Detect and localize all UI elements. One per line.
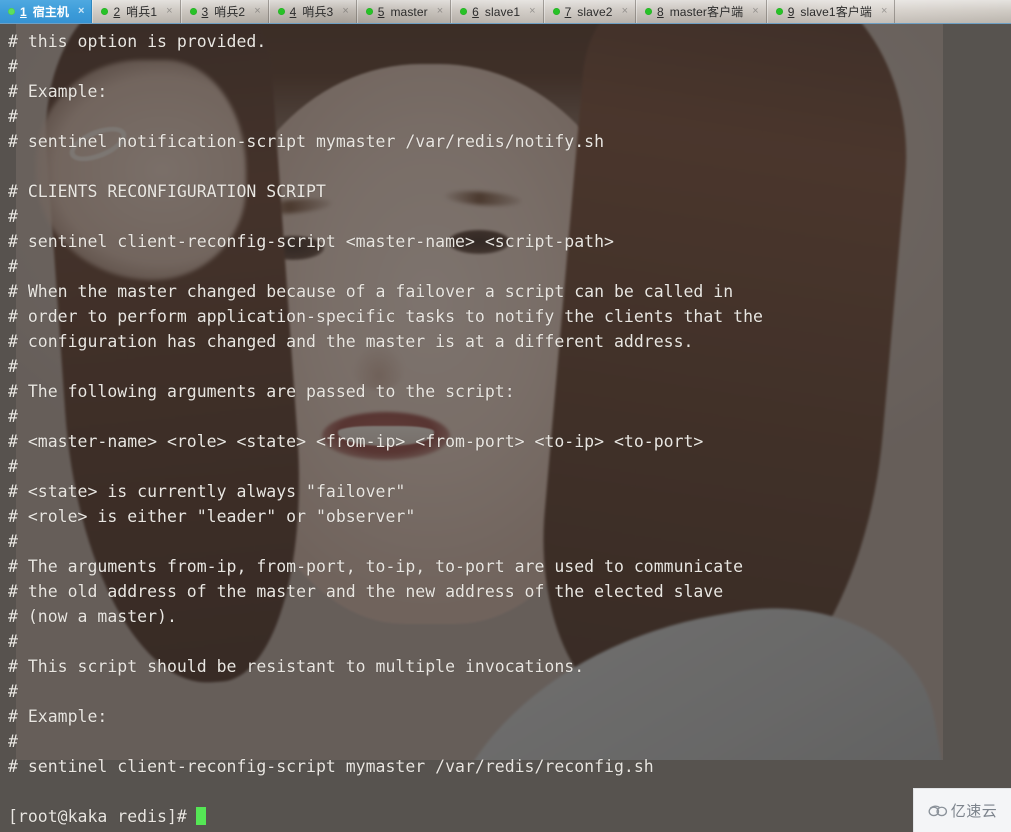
prompt-line: [root@kaka redis]# <box>8 804 1011 829</box>
terminal-line: # sentinel client-reconfig-script mymast… <box>8 757 654 776</box>
terminal-line: # <box>8 207 18 226</box>
tab-status-dot-icon <box>365 8 373 15</box>
terminal-line: # This script should be resistant to mul… <box>8 657 585 676</box>
terminal-line: # CLIENTS RECONFIGURATION SCRIPT <box>8 182 326 201</box>
close-icon[interactable]: × <box>752 6 758 17</box>
tab-number: 6 <box>472 4 479 19</box>
tab-label: master <box>390 4 428 19</box>
tab-label: slave1客户端 <box>800 5 872 19</box>
terminal-line: # (now a master). <box>8 607 177 626</box>
terminal-line: # When the master changed because of a f… <box>8 282 734 301</box>
close-icon[interactable]: × <box>529 6 535 17</box>
terminal-line: # <box>8 457 18 476</box>
tab-status-dot-icon <box>189 8 197 15</box>
close-icon[interactable]: × <box>166 6 172 17</box>
tab-status-dot-icon <box>101 8 109 15</box>
terminal-line: # <role> is either "leader" or "observer… <box>8 507 416 526</box>
terminal-line: # <box>8 257 18 276</box>
terminal-line: # The arguments from-ip, from-port, to-i… <box>8 557 744 576</box>
close-icon[interactable]: × <box>254 6 260 17</box>
terminal-line: # Example: <box>8 707 108 726</box>
tab-number: 3 <box>201 4 209 19</box>
tab-label: master客户端 <box>669 5 744 19</box>
watermark-text: 亿速云 <box>950 803 998 820</box>
tab-number: 8 <box>657 4 664 19</box>
tab-label: slave2 <box>577 4 613 19</box>
terminal-line: # <master-name> <role> <state> <from-ip>… <box>8 432 704 451</box>
tab-status-dot-icon <box>645 8 653 15</box>
terminal-output: # this option is provided. # # Example: # # … <box>0 24 1011 832</box>
tab-bar: 1 宿主机 × 2 哨兵1 × 3 哨兵2 × 4 哨兵3 × 5 master × 6 slave1 × 7 sla… <box>0 0 1011 24</box>
close-icon[interactable]: × <box>622 6 628 17</box>
tab-label: 宿主机 <box>32 5 69 19</box>
tab-status-dot-icon <box>552 8 560 15</box>
terminal-line: # <box>8 532 18 551</box>
close-icon[interactable]: × <box>342 6 348 17</box>
close-icon[interactable]: × <box>78 6 84 17</box>
tab-2[interactable]: 2 哨兵1 × <box>92 0 181 23</box>
tab-number: 1 <box>20 4 27 19</box>
terminal-window: 1 宿主机 × 2 哨兵1 × 3 哨兵2 × 4 哨兵3 × 5 master × 6 slave1 × 7 sla… <box>0 0 1011 832</box>
cloud-icon <box>928 804 948 818</box>
terminal-line: # <box>8 407 18 426</box>
tab-8[interactable]: 8 master客户端 × <box>636 0 767 23</box>
terminal-body[interactable]: # this option is provided. # # Example: # # … <box>0 24 1011 832</box>
terminal-line: # The following arguments are passed to … <box>8 382 515 401</box>
tab-6[interactable]: 6 slave1 × <box>451 0 544 23</box>
terminal-line: # Example: <box>8 82 108 101</box>
tab-status-dot-icon <box>8 8 15 15</box>
terminal-line: # <box>8 107 18 126</box>
tab-status-dot-icon <box>277 8 285 15</box>
tab-label: 哨兵1 <box>126 5 158 19</box>
tab-1[interactable]: 1 宿主机 × <box>0 0 93 23</box>
terminal-line: # <box>8 357 18 376</box>
tab-label: slave1 <box>484 4 521 19</box>
terminal-line: # <state> is currently always "failover" <box>8 482 406 501</box>
tab-number: 4 <box>289 4 297 19</box>
tab-9[interactable]: 9 slave1客户端 × <box>766 0 896 23</box>
tab-status-dot-icon <box>775 8 783 15</box>
tab-number: 7 <box>564 4 572 19</box>
tab-label: 哨兵3 <box>302 5 334 19</box>
terminal-line: # sentinel client-reconfig-script <maste… <box>8 232 614 251</box>
tab-number: 2 <box>113 4 121 19</box>
tab-number: 9 <box>787 4 795 19</box>
tab-label: 哨兵2 <box>214 5 246 19</box>
terminal-line: # <box>8 682 18 701</box>
tab-4[interactable]: 4 哨兵3 × <box>268 0 357 23</box>
text-cursor[interactable] <box>195 807 206 825</box>
watermark: 亿速云 <box>913 788 1011 832</box>
terminal-line: # <box>8 57 18 76</box>
close-icon[interactable]: × <box>881 6 887 17</box>
terminal-line: # configuration has changed and the mast… <box>8 332 694 351</box>
terminal-line: # this option is provided. <box>8 32 267 51</box>
tab-7[interactable]: 7 slave2 × <box>543 0 637 23</box>
tab-status-dot-icon <box>460 8 468 15</box>
terminal-line: # <box>8 632 18 651</box>
tab-number: 5 <box>377 4 385 19</box>
terminal-line: # the old address of the master and the … <box>8 582 724 601</box>
shell-prompt: [root@kaka redis]# <box>8 807 187 826</box>
terminal-line: # sentinel notification-script mymaster … <box>8 132 605 151</box>
tab-3[interactable]: 3 哨兵2 × <box>180 0 269 23</box>
close-icon[interactable]: × <box>437 6 443 17</box>
terminal-line: # <box>8 732 18 751</box>
tab-5[interactable]: 5 master × <box>356 0 452 23</box>
terminal-line: # order to perform application-specific … <box>8 307 763 326</box>
